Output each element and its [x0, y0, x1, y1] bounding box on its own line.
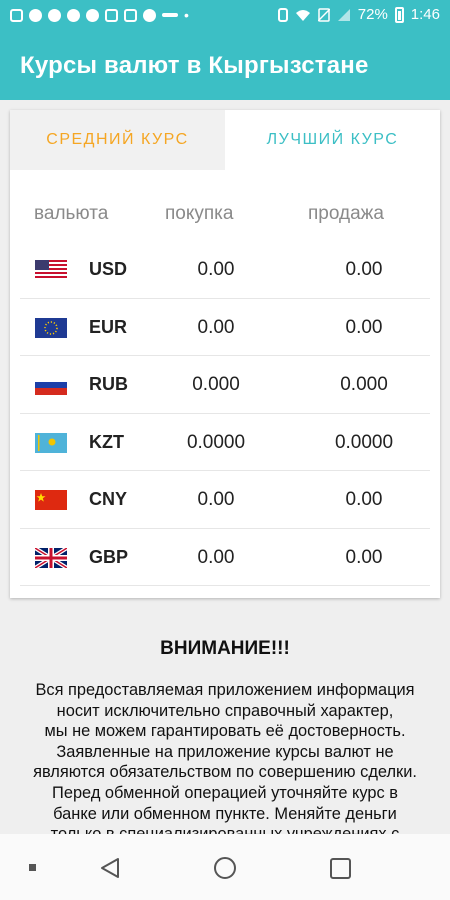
signal-icon — [337, 8, 350, 21]
app-bar: Курсы валют в Кыргызстане — [0, 32, 450, 100]
table-header: вальюта покупка продажа — [10, 170, 440, 250]
flag-kz-icon — [35, 432, 67, 453]
tab-best-rate[interactable]: ЛУЧШИЙ КУРС — [225, 110, 440, 170]
table-row[interactable]: USD 0.00 0.00 — [20, 241, 430, 299]
disclaimer-line: Вся предоставляемая приложением информац… — [35, 681, 415, 699]
heart-message-icon — [29, 8, 42, 22]
flag-eu-icon — [35, 317, 67, 338]
home-icon[interactable] — [214, 857, 236, 879]
recents-icon[interactable] — [330, 858, 351, 879]
no-sim-icon — [317, 7, 330, 22]
sell-rate: 0.00 — [345, 546, 383, 568]
flag-ru-icon — [35, 375, 67, 395]
disclaimer-line: Перед обменной операцией уточняйте курс … — [52, 783, 398, 802]
disclaimer-section: ВНИМАНИЕ!!! Вся предоставляемая приложен… — [0, 600, 450, 834]
disclaimer-line: Заявленные на приложение курсы валют не — [56, 742, 394, 761]
wifi-icon — [295, 9, 310, 21]
disclaimer-line: являются обязательством по совершению сд… — [33, 763, 417, 782]
header-sell: продажа — [308, 203, 384, 224]
disclaimer-title: ВНИМАНИЕ!!! — [160, 638, 290, 659]
rates-table: USD 0.00 0.00 EUR 0.00 0.00 RUB 0.000 0.… — [10, 241, 440, 586]
usb-icon — [162, 13, 178, 17]
heart-message-icon — [86, 8, 99, 22]
disclaimer-line: мы не можем гарантировать её достовернос… — [44, 722, 406, 741]
disclaimer-text: Вся предоставляемая приложением информац… — [10, 680, 440, 834]
sell-rate: 0.000 — [340, 374, 388, 395]
table-row[interactable]: KZT 0.0000 0.0000 — [20, 414, 430, 471]
rates-card: СРЕДНИЙ КУРС ЛУЧШИЙ КУРС вальюта покупка… — [10, 110, 440, 598]
sell-rate: 0.0000 — [334, 431, 394, 453]
battery-icon — [394, 6, 404, 23]
header-currency: вальюта — [34, 203, 109, 224]
table-row[interactable]: EUR 0.00 0.00 — [20, 299, 430, 356]
sell-rate: 0.00 — [345, 316, 383, 338]
disclaimer-line: банке или обменном пункте. Меняйте деньг… — [53, 804, 397, 823]
flag-cn-icon — [35, 490, 67, 510]
clock: 1:46 — [410, 6, 440, 23]
vibrate-icon — [277, 7, 288, 22]
keyhole-icon — [143, 8, 156, 22]
nav-dot-icon[interactable] — [29, 864, 36, 871]
heart-message-icon — [48, 8, 61, 22]
status-bar: • 72% 1:46 — [0, 0, 450, 32]
flag-us-icon — [35, 260, 67, 280]
shop-icon — [10, 8, 23, 22]
flag-gb-icon — [35, 547, 67, 568]
disclaimer-line: только в специализированных учреждениях … — [51, 825, 400, 834]
back-icon[interactable] — [100, 857, 120, 879]
sell-rate: 0.00 — [345, 489, 383, 510]
battery-percent: 72% — [357, 6, 388, 23]
favorite-icon — [67, 8, 80, 22]
header-buy: покупка — [165, 203, 234, 224]
table-row[interactable]: CNY 0.00 0.00 — [20, 471, 430, 529]
instagram-icon — [124, 8, 137, 22]
system-nav-bar — [0, 834, 450, 900]
disclaimer-line: носит исключительно справочный характер, — [56, 701, 394, 720]
notification-icons: • — [10, 7, 189, 23]
table-row[interactable]: GBP 0.00 0.00 — [20, 529, 430, 586]
person-icon — [105, 8, 118, 22]
dots-icon: • — [184, 7, 189, 23]
table-row[interactable]: RUB 0.000 0.000 — [20, 356, 430, 414]
tab-average-rate[interactable]: СРЕДНИЙ КУРС — [10, 110, 225, 170]
system-icons: 72% 1:46 — [277, 6, 440, 23]
app-title: Курсы валют в Кыргызстане — [20, 52, 369, 79]
rate-tabs: СРЕДНИЙ КУРС ЛУЧШИЙ КУРС — [10, 110, 440, 170]
sell-rate: 0.00 — [345, 259, 383, 280]
